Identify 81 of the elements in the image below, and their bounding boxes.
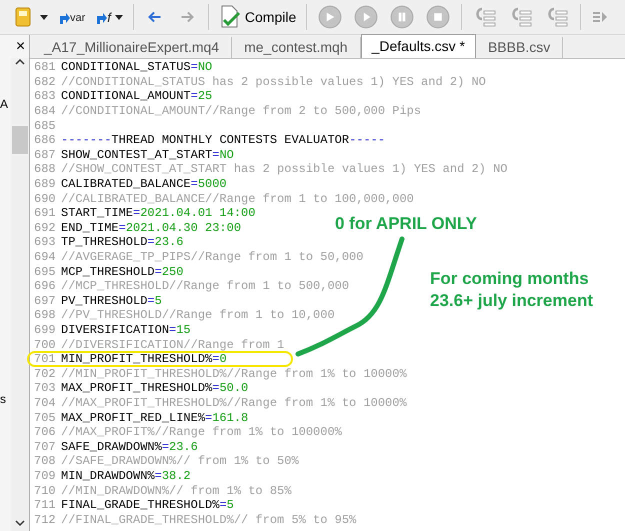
close-button[interactable]: × (12, 39, 29, 55)
code-line: MIN_PROFIT_THRESHOLD%=0 (61, 353, 227, 366)
line-number: 696 (34, 280, 57, 292)
line-number: 681 (34, 61, 57, 74)
function-button[interactable]: f (95, 10, 111, 24)
scroll-down-icon[interactable] (15, 519, 25, 527)
annotation-text: For coming months 23.6+ july increment (430, 268, 594, 312)
panel-text: s (0, 393, 6, 405)
line-number: 704 (34, 396, 57, 409)
line-number: 707 (34, 440, 57, 453)
line-number: 697 (34, 294, 57, 307)
line-number: 682 (34, 76, 57, 88)
scroll-up-icon[interactable] (15, 58, 25, 66)
variable-button[interactable]: var (58, 10, 86, 24)
line-number: 706 (34, 426, 57, 438)
code-line: MIN_DRAWDOWN%=38.2 (61, 470, 191, 482)
code-line: SAFE_DRAWDOWN%=23.6 (61, 440, 198, 453)
panel-text: A (0, 98, 8, 110)
line-number: 690 (34, 192, 57, 205)
code-line: MAX_PROFIT_RED_LINE%=161.8 (61, 412, 248, 424)
code-line: PV_THRESHOLD=5 (61, 294, 162, 307)
code-comment: //CALIBRATED_BALANCE//Range from 1 to 100,000,000 (61, 192, 414, 205)
code-comment: //SAFE_DRAWDOWN%// from 1% to 50% (61, 455, 299, 468)
line-number: 708 (34, 455, 57, 468)
line-number: 703 (34, 382, 57, 394)
line-number: 687 (34, 148, 57, 161)
line-number: 702 (34, 368, 57, 380)
code-comment: //FINAL_GRADE_THRESHOLD%// from 5% to 95% (61, 514, 356, 526)
line-number: 685 (34, 120, 57, 132)
line-number: 688 (34, 163, 57, 176)
code-line: CONDITIONAL_STATUS=NO (61, 61, 212, 74)
scrollbar[interactable] (11, 58, 29, 531)
code-line: END_TIME=2021.04.30 23:00 (61, 222, 242, 234)
code-line: CONDITIONAL_AMOUNT=25 (61, 90, 212, 102)
code-line: -------THREAD MONTHLY CONTESTS EVALUATOR----- (61, 134, 386, 146)
line-number: 699 (34, 324, 57, 336)
line-number: 691 (34, 207, 57, 220)
file-tab[interactable]: BBBB.csv (476, 37, 564, 58)
code-line: SHOW_CONTEST_AT_START=NO (61, 148, 234, 161)
code-comment: //CONDITIONAL_STATUS has 2 possible values 1) YES and 2) NO (61, 76, 486, 88)
file-tab[interactable]: _A17_MillionaireExpert.mq4 (32, 37, 232, 58)
line-number: 694 (34, 251, 57, 264)
code-comment: //MIN_PROFIT_THRESHOLD%//Range from 1% to 10000% (61, 368, 407, 380)
line-number: 695 (34, 266, 57, 278)
line-number: 689 (34, 178, 57, 190)
code-comment: //MAX_PROFIT%//Range from 1% to 100000% (61, 426, 342, 438)
code-line: CALIBRATED_BALANCE=5000 (61, 178, 227, 190)
line-number: 709 (34, 470, 57, 482)
code-comment: //PV_THRESHOLD//Range from 1 to 10,000 (61, 309, 335, 322)
line-number: 700 (34, 338, 57, 351)
line-number: 683 (34, 90, 57, 102)
line-number: 710 (34, 484, 57, 497)
code-comment: //CONDITIONAL_AMOUNT//Range from 2 to 500,000 Pips (61, 105, 422, 118)
code-comment: //MCP_THRESHOLD//Range from 1 to 500,000 (61, 280, 350, 292)
line-number: 705 (34, 412, 57, 424)
code-line: START_TIME=2021.04.01 14:00 (61, 207, 256, 220)
line-number: 712 (34, 514, 57, 526)
caret-icon[interactable] (40, 14, 48, 20)
line-number: 698 (34, 309, 57, 322)
document-check-icon (218, 5, 241, 29)
file-tab[interactable]: _Defaults.csv * (360, 34, 476, 58)
code-line: FINAL_GRADE_THRESHOLD%=5 (61, 499, 234, 512)
line-number: 686 (34, 134, 57, 146)
code-line: MAX_PROFIT_THRESHOLD%=50.0 (61, 382, 248, 394)
caret-icon[interactable] (114, 14, 123, 20)
compile-button[interactable]: Compile (218, 5, 296, 29)
line-number: 701 (34, 353, 57, 366)
line-number: 711 (34, 499, 57, 512)
code-comment: //SHOW_CONTEST_AT_START has 2 possible values 1) YES and 2) NO (61, 163, 508, 176)
line-number: 692 (34, 222, 57, 234)
code-comment: //AVGERAGE_TP_PIPS//Range from 1 to 50,000 (61, 251, 364, 264)
code-comment: //MAX_PROFIT_THRESHOLD%//Range from 1% to 10000% (61, 396, 407, 409)
code-comment: //DIVERSIFICATION//Range from 1 (61, 338, 284, 351)
code-line: MCP_THRESHOLD=250 (61, 266, 184, 278)
scrollbar-thumb[interactable] (12, 126, 28, 154)
annotation-text: 0 for APRIL ONLY (335, 213, 478, 235)
line-number: 684 (34, 105, 57, 118)
line-number: 693 (34, 236, 57, 248)
code-comment: //MIN_DRAWDOWN%// from 1% to 85% (61, 484, 292, 497)
code-line: DIVERSIFICATION=15 (61, 324, 191, 336)
code-line: TP_THRESHOLD=23.6 (61, 236, 184, 248)
